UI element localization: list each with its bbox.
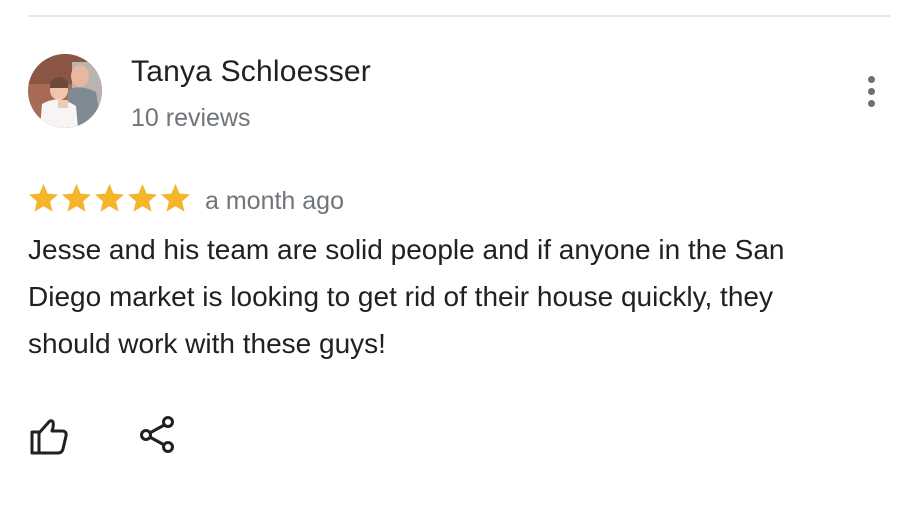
star-rating (27, 182, 192, 216)
more-vert-icon-dot (867, 87, 875, 95)
star-icon (128, 184, 157, 212)
avatar[interactable] (28, 54, 102, 128)
more-vert-icon (867, 75, 875, 83)
share-button[interactable] (138, 414, 178, 454)
review-count[interactable]: 10 reviews (131, 104, 251, 133)
review-card: Tanya Schloesser 10 reviews a month ago … (0, 0, 924, 516)
reviewer-name[interactable]: Tanya Schloesser (131, 55, 371, 89)
review-date: a month ago (205, 187, 344, 215)
share-icon (140, 416, 174, 453)
more-options-button[interactable] (856, 70, 886, 112)
top-divider (28, 15, 890, 17)
like-button[interactable] (28, 414, 72, 458)
review-text: Jesse and his team are solid people and … (28, 234, 785, 359)
star-icon (161, 184, 190, 212)
star-icon (29, 184, 58, 212)
avatar-photo (28, 54, 102, 128)
star-icon (62, 184, 91, 212)
star-icon (95, 184, 124, 212)
more-vert-icon-dot (867, 99, 875, 107)
thumbs-up-icon (30, 419, 68, 455)
